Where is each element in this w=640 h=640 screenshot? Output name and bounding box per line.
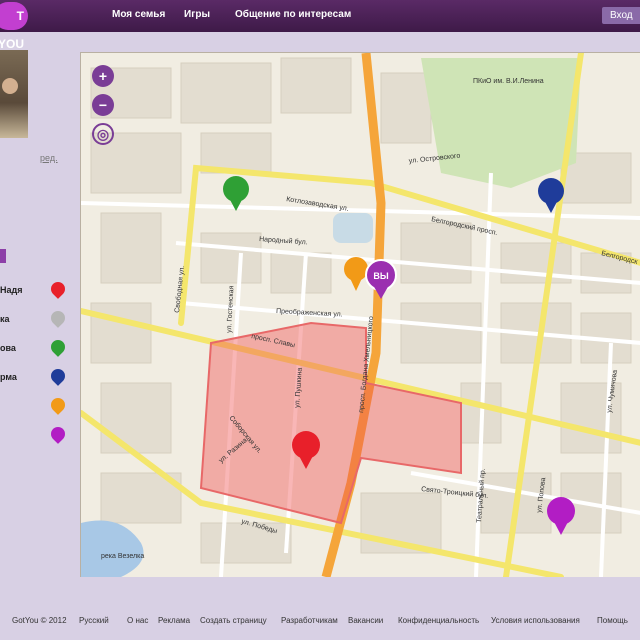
zoom-out-icon[interactable]: − bbox=[92, 94, 114, 116]
red-pin-icon bbox=[48, 279, 68, 299]
footer-link-privacy[interactable]: Конфиденциальность bbox=[398, 616, 479, 625]
member-name: рма bbox=[0, 372, 17, 382]
top-navigation-bar: T YOU Моя семья Игры Общение по интереса… bbox=[0, 0, 640, 51]
member-item[interactable] bbox=[0, 395, 70, 429]
park-label: ПКиО им. В.И.Ленина bbox=[473, 78, 544, 85]
sidebar-tab[interactable] bbox=[0, 249, 6, 263]
member-item[interactable]: ова bbox=[0, 337, 70, 371]
footer-copyright: GotYou © 2012 bbox=[12, 616, 67, 625]
you-label: ВЫ bbox=[373, 271, 388, 281]
footer: GotYou © 2012 Русский О нас Реклама Созд… bbox=[0, 610, 640, 634]
family-members-list: Надя ка ова рма bbox=[0, 279, 70, 458]
street-label: ул. Гостенская bbox=[226, 285, 235, 333]
river-label: река Везелка bbox=[101, 553, 144, 560]
footer-language[interactable]: Русский bbox=[79, 616, 109, 625]
footer-link-create-page[interactable]: Создать страницу bbox=[200, 616, 267, 625]
map-canvas[interactable]: Котлозаводская ул. Белгородский просп. С… bbox=[81, 53, 640, 577]
footer-link-help[interactable]: Помощь bbox=[597, 616, 628, 625]
member-name: ка bbox=[0, 314, 10, 324]
user-avatar[interactable] bbox=[0, 50, 28, 138]
street-label: Преображенская ул. bbox=[276, 307, 343, 318]
member-item[interactable]: ка bbox=[0, 308, 70, 342]
nav-my-family[interactable]: Моя семья bbox=[112, 9, 165, 20]
map-view[interactable]: Котлозаводская ул. Белгородский просп. С… bbox=[80, 52, 640, 577]
member-item[interactable]: рма bbox=[0, 366, 70, 400]
member-item[interactable] bbox=[0, 424, 70, 458]
map-pin-orange[interactable] bbox=[344, 257, 368, 291]
footer-link-developers[interactable]: Разработчикам bbox=[281, 616, 338, 625]
map-pin-you[interactable]: ВЫ bbox=[365, 259, 397, 299]
nav-interest-groups[interactable]: Общение по интересам bbox=[235, 9, 351, 20]
footer-link-terms[interactable]: Условия использования bbox=[491, 616, 580, 625]
zoom-in-icon[interactable]: + bbox=[92, 65, 114, 87]
member-name: Надя bbox=[0, 285, 23, 295]
footer-link-jobs[interactable]: Вакансии bbox=[348, 616, 383, 625]
street-label: Народный бул. bbox=[259, 235, 308, 246]
map-controls: + − ◎ bbox=[92, 65, 114, 152]
edit-profile-link[interactable]: ред. bbox=[40, 153, 58, 163]
member-item[interactable]: Надя bbox=[0, 279, 70, 313]
locate-icon[interactable]: ◎ bbox=[92, 123, 114, 145]
footer-link-ads[interactable]: Реклама bbox=[158, 616, 190, 625]
login-button[interactable]: Вход bbox=[602, 7, 640, 24]
nav-games[interactable]: Игры bbox=[184, 9, 210, 20]
logo[interactable]: T YOU bbox=[0, 2, 28, 51]
footer-link-about[interactable]: О нас bbox=[127, 616, 148, 625]
member-name: ова bbox=[0, 343, 16, 353]
